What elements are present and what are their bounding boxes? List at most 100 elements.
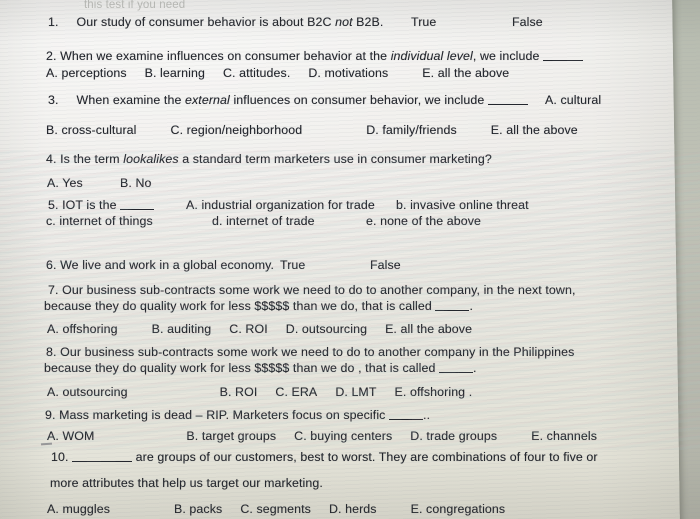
question-10-prompt-line1-post: are groups of our customers, best to wor… <box>135 450 598 464</box>
question-5-answer-blank[interactable] <box>120 209 155 210</box>
question-2-options-row: A. perceptions B. learning C. attitudes. D.… <box>46 66 509 81</box>
question-7-option-a[interactable]: A. offshoring <box>47 322 118 336</box>
question-5-option-e[interactable]: e. none of the above <box>366 214 481 229</box>
question-2-option-c[interactable]: C. attitudes. <box>223 66 290 80</box>
question-7-prompt-line2-pre: because they do quality work for less $$… <box>44 299 432 313</box>
question-1-number: 1. <box>48 15 59 29</box>
question-10-option-d[interactable]: D. herds <box>329 502 377 516</box>
question-7-option-d[interactable]: D. outsourcing <box>286 322 367 336</box>
question-4-prompt-italic: lookalikes <box>123 152 179 166</box>
question-3-line: 3. When examine the external influences o… <box>48 93 528 108</box>
cut-off-top-line: this test if you need <box>84 0 186 11</box>
question-7-option-b[interactable]: B. auditing <box>152 322 212 336</box>
question-4-prompt-pre: Is the term <box>60 152 124 166</box>
question-5-option-d[interactable]: d. internet of trade <box>212 214 315 229</box>
question-4-prompt-post: a standard term marketers use in consume… <box>178 152 492 166</box>
question-9-option-e[interactable]: E. channels <box>531 429 597 443</box>
question-1-prompt-italic: not <box>335 15 353 29</box>
question-4-line: 4. Is the term lookalikes a standard ter… <box>46 152 492 167</box>
question-8-option-a[interactable]: A. outsourcing <box>47 385 128 399</box>
question-8-prompt-line2-pre: because they do quality work for less $$… <box>44 361 436 375</box>
question-7-prompt-line1: Our business sub-contracts some work we … <box>62 283 576 297</box>
question-10-options-row: A. muggles B. packs C. segments D. herds E. … <box>47 502 505 517</box>
question-3-option-e[interactable]: E. all the above <box>491 123 578 137</box>
question-6-number: 6. <box>46 258 57 272</box>
stray-pencil-mark <box>40 442 53 446</box>
exam-page-photo: this test if you need 1. Our study of con… <box>0 0 700 519</box>
question-2-prompt-italic: individual level <box>390 49 473 63</box>
question-2-prompt-pre: When we examine influences on consumer b… <box>60 49 391 63</box>
question-2-answer-blank[interactable] <box>543 60 584 61</box>
question-5-option-a[interactable]: A. industrial organization for trade <box>186 198 375 213</box>
question-1-prompt-pre: Our study of consumer behavior is about … <box>76 15 336 29</box>
question-8-option-c[interactable]: C. ERA <box>275 385 317 399</box>
question-2-number: 2. <box>46 49 57 63</box>
question-9-option-b[interactable]: B. target groups <box>186 429 276 443</box>
question-10-number: 10. <box>51 450 69 464</box>
question-3-option-a[interactable]: A. cultural <box>545 93 601 108</box>
question-9-answer-blank[interactable] <box>389 419 424 420</box>
question-1-prompt-post: B2B. <box>352 15 384 29</box>
question-3-answer-blank[interactable] <box>487 104 528 105</box>
question-2-option-a[interactable]: A. perceptions <box>46 66 127 80</box>
question-9-option-c[interactable]: C. buying centers <box>294 429 392 443</box>
question-3-prompt-post: influences on consumer behavior, we incl… <box>229 93 485 107</box>
question-3-option-b[interactable]: B. cross-cultural <box>46 123 137 137</box>
question-10-line-2: more attributes that help us target our … <box>50 476 323 490</box>
question-2-line: 2. When we examine influences on consume… <box>46 49 584 64</box>
question-8-prompt-line1: Our business sub-contracts some work we … <box>60 345 575 359</box>
question-10-answer-blank[interactable] <box>72 461 133 462</box>
question-8-line-1: 8. Our business sub-contracts some work … <box>46 345 574 360</box>
question-10-line-1: 10. are groups of our customers, best to… <box>51 450 598 465</box>
question-7-line-1: 7. Our business sub-contracts some work … <box>48 283 576 298</box>
question-3-option-d[interactable]: D. family/friends <box>366 123 457 137</box>
question-3-options-row: B. cross-cultural C. region/neighborhood D… <box>46 123 578 138</box>
question-6-line: 6. We live and work in a global economy. <box>46 258 274 273</box>
question-4-number: 4. <box>46 152 57 166</box>
question-5-option-b[interactable]: b. invasive online threat <box>396 198 529 213</box>
question-9-options-row: A. WOM B. target groups C. buying centers D… <box>47 429 597 444</box>
question-7-option-e[interactable]: E. all the above <box>385 322 472 336</box>
question-5-prompt-pre: IOT is the <box>62 198 117 212</box>
question-1-option-true[interactable]: True <box>411 15 436 30</box>
question-2-option-e[interactable]: E. all the above <box>422 66 509 80</box>
question-9-number: 9. <box>45 408 56 422</box>
question-8-option-b[interactable]: B. ROI <box>220 385 258 399</box>
question-3-option-c[interactable]: C. region/neighborhood <box>171 123 303 137</box>
exam-content: this test if you need 1. Our study of con… <box>0 0 700 519</box>
question-1-line: 1. Our study of consumer behavior is abou… <box>48 15 383 30</box>
question-9-line: 9. Mass marketing is dead – RIP. Markete… <box>45 408 430 423</box>
question-8-options-row: A. outsourcing B. ROI C. ERA D. LMT E. offsh… <box>47 385 472 400</box>
question-7-prompt-line2-post: . <box>469 299 473 313</box>
question-7-line-2: because they do quality work for less $$… <box>44 299 473 314</box>
question-8-line-2: because they do quality work for less $$… <box>44 361 477 376</box>
question-7-option-c[interactable]: C. ROI <box>229 322 267 336</box>
question-8-answer-blank[interactable] <box>439 372 473 373</box>
question-8-number: 8. <box>46 345 57 359</box>
question-6-prompt-pre: We live and work in a global economy. <box>60 258 275 272</box>
question-7-answer-blank[interactable] <box>435 310 470 311</box>
question-6-option-true[interactable]: True <box>280 258 305 273</box>
question-8-option-e[interactable]: E. offshoring . <box>395 385 473 399</box>
question-9-prompt-pre: Mass marketing is dead – RIP. Marketers … <box>59 408 386 422</box>
question-5-option-c[interactable]: c. internet of things <box>46 214 153 229</box>
question-2-option-b[interactable]: B. learning <box>145 66 205 80</box>
question-9-prompt-post: .. <box>423 408 431 422</box>
question-2-option-d[interactable]: D. motivations <box>308 66 388 80</box>
question-5-number: 5. <box>48 198 59 212</box>
question-6-option-false[interactable]: False <box>370 258 401 273</box>
question-4-option-a[interactable]: A. Yes <box>47 176 83 191</box>
question-9-option-a[interactable]: A. WOM <box>47 429 94 443</box>
question-4-option-b[interactable]: B. No <box>120 176 152 191</box>
question-3-prompt-pre: When examine the <box>76 93 186 107</box>
question-7-options-row: A. offshoring B. auditing C. ROI D. outsour… <box>47 322 472 337</box>
question-10-option-a[interactable]: A. muggles <box>47 502 110 516</box>
question-7-number: 7. <box>48 283 59 297</box>
question-10-option-c[interactable]: C. segments <box>240 502 311 516</box>
question-9-option-d[interactable]: D. trade groups <box>410 429 497 443</box>
question-2-prompt-post: , we include <box>472 49 540 63</box>
question-8-option-d[interactable]: D. LMT <box>335 385 376 399</box>
question-10-option-b[interactable]: B. packs <box>174 502 222 516</box>
question-10-option-e[interactable]: E. congregations <box>411 502 506 516</box>
question-1-option-false[interactable]: False <box>512 15 543 30</box>
